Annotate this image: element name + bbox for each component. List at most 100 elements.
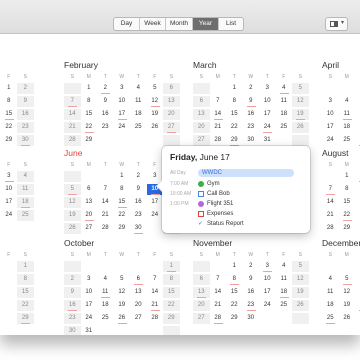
day-cell[interactable]: 23	[130, 210, 147, 221]
day-cell[interactable]: 27	[193, 135, 210, 146]
day-cell[interactable]: 29	[114, 223, 131, 234]
day-cell[interactable]: 25	[130, 122, 147, 133]
day-cell[interactable]: 29	[1, 135, 18, 146]
day-cell[interactable]: 5	[147, 83, 164, 94]
day-cell[interactable]: 17	[147, 197, 164, 208]
day-cell[interactable]: 12	[339, 287, 356, 298]
day-cell[interactable]: 24	[147, 210, 164, 221]
day-cell[interactable]: 8	[226, 96, 243, 107]
day-cell[interactable]: 17	[114, 109, 131, 120]
day-cell[interactable]: 26	[292, 300, 309, 311]
event-row-call-bob[interactable]: 10:00 AM Call Bob	[170, 189, 305, 199]
day-cell[interactable]: 21	[64, 122, 81, 133]
view-week-button[interactable]: Week	[140, 18, 166, 30]
day-cell[interactable]: 22	[226, 300, 243, 311]
event-row-status-report[interactable]: ✓ Status Report	[170, 219, 305, 229]
day-cell[interactable]: 16	[243, 287, 260, 298]
day-cell[interactable]: 1	[226, 261, 243, 272]
day-cell[interactable]: 15	[81, 109, 98, 120]
day-cell[interactable]: 14	[210, 109, 227, 120]
day-cell[interactable]: 17	[1, 197, 18, 208]
day-cell[interactable]: 8	[226, 274, 243, 285]
day-cell[interactable]: 3	[114, 83, 131, 94]
day-cell[interactable]: 10	[81, 287, 98, 298]
day-cell[interactable]: 11	[276, 96, 293, 107]
month-name[interactable]: June	[64, 148, 82, 158]
day-cell[interactable]: 14	[210, 287, 227, 298]
day-cell[interactable]: 11	[130, 96, 147, 107]
day-cell[interactable]: 15	[17, 287, 34, 298]
day-cell[interactable]: 7	[210, 274, 227, 285]
day-cell[interactable]: 24	[322, 135, 339, 146]
day-cell[interactable]: 5	[355, 96, 360, 107]
month-name[interactable]: April	[322, 60, 339, 70]
day-cell[interactable]: 29	[226, 135, 243, 146]
day-cell[interactable]: 28	[210, 135, 227, 146]
day-cell[interactable]: 26	[339, 313, 356, 324]
month-name[interactable]: February	[64, 60, 98, 70]
day-cell[interactable]: 4	[97, 274, 114, 285]
day-cell[interactable]: 22	[1, 122, 18, 133]
day-cell[interactable]: 28	[97, 223, 114, 234]
day-cell[interactable]: 12	[114, 287, 131, 298]
day-cell[interactable]: 12	[355, 109, 360, 120]
event-row-expenses[interactable]: Expenses	[170, 209, 305, 219]
day-cell[interactable]: 4	[17, 171, 34, 182]
day-cell[interactable]: 2	[243, 261, 260, 272]
day-cell[interactable]: 19	[64, 210, 81, 221]
day-cell[interactable]: 11	[322, 287, 339, 298]
day-cell[interactable]: 11	[97, 287, 114, 298]
day-cell[interactable]: 21	[210, 300, 227, 311]
day-cell[interactable]: 26	[147, 122, 164, 133]
day-cell[interactable]: 2	[97, 83, 114, 94]
day-cell[interactable]: 16	[130, 197, 147, 208]
day-cell[interactable]: 11	[17, 184, 34, 195]
day-cell[interactable]: 3	[322, 96, 339, 107]
day-cell[interactable]: 22	[114, 210, 131, 221]
day-cell[interactable]: 7	[97, 184, 114, 195]
day-cell[interactable]: 15	[339, 197, 356, 208]
day-cell[interactable]: 31	[259, 135, 276, 146]
day-cell[interactable]: 17	[81, 300, 98, 311]
day-cell[interactable]: 1	[163, 261, 180, 272]
day-cell[interactable]: 13	[355, 287, 360, 298]
day-cell[interactable]: 28	[147, 313, 164, 324]
day-cell[interactable]: 10	[259, 274, 276, 285]
day-cell[interactable]: 13	[193, 109, 210, 120]
day-cell[interactable]: 5	[339, 274, 356, 285]
day-cell[interactable]: 2	[243, 83, 260, 94]
day-cell[interactable]: 20	[193, 122, 210, 133]
day-cell[interactable]: 22	[226, 122, 243, 133]
day-cell[interactable]: 6	[193, 96, 210, 107]
day-cell[interactable]: 10	[259, 96, 276, 107]
day-cell[interactable]: 30	[130, 223, 147, 234]
day-cell[interactable]: 1	[339, 171, 356, 182]
day-cell[interactable]: 7	[210, 96, 227, 107]
day-cell[interactable]: 30	[355, 223, 360, 234]
day-cell[interactable]: 19	[292, 109, 309, 120]
day-cell[interactable]: 12	[292, 274, 309, 285]
day-cell[interactable]: 25	[276, 122, 293, 133]
day-cell[interactable]: 19	[355, 122, 360, 133]
day-cell[interactable]: 19	[114, 300, 131, 311]
day-cell[interactable]: 25	[97, 313, 114, 324]
day-cell[interactable]: 4	[322, 274, 339, 285]
view-day-button[interactable]: Day	[114, 18, 140, 30]
day-cell[interactable]: 18	[322, 300, 339, 311]
day-cell[interactable]: 5	[292, 83, 309, 94]
day-cell[interactable]: 21	[210, 122, 227, 133]
event-row-gym[interactable]: 7:00 AM Gym	[170, 179, 305, 189]
day-cell[interactable]: 11	[339, 109, 356, 120]
day-cell[interactable]: 15	[226, 287, 243, 298]
day-cell[interactable]: 4	[339, 96, 356, 107]
day-cell[interactable]: 24	[1, 210, 18, 221]
day-cell[interactable]: 1	[17, 261, 34, 272]
day-cell[interactable]: 14	[97, 197, 114, 208]
day-cell[interactable]: 23	[243, 122, 260, 133]
day-cell[interactable]: 16	[355, 197, 360, 208]
day-cell[interactable]: 30	[64, 326, 81, 335]
day-cell[interactable]: 27	[355, 313, 360, 324]
day-cell[interactable]: 2	[355, 171, 360, 182]
day-cell[interactable]: 17	[322, 122, 339, 133]
day-cell[interactable]: 25	[276, 300, 293, 311]
